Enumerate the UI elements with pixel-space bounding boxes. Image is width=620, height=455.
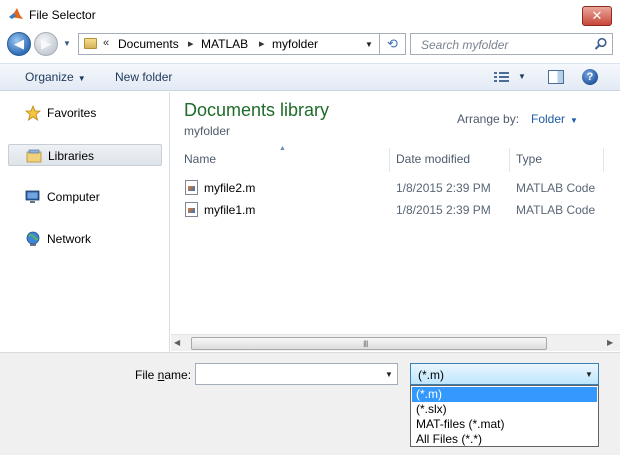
scrollbar-thumb[interactable]: III [191, 337, 547, 350]
matlab-file-icon [185, 202, 198, 217]
back-arrow-icon: ◀ [14, 36, 24, 51]
sidebar-item-label: Network [47, 232, 92, 246]
scroll-left-icon[interactable]: ◀ [174, 338, 180, 347]
dropdown-option-all-files[interactable]: All Files (*.*) [412, 432, 597, 447]
file-date-modified: 1/8/2015 2:39 PM [396, 181, 491, 195]
file-name: myfile1.m [204, 203, 256, 217]
breadcrumb-matlab[interactable]: MATLAB [201, 37, 248, 51]
chevron-down-icon: ▼ [570, 116, 578, 125]
navigation-pane: Favorites Libraries Computer Network [0, 92, 170, 352]
sidebar-item-favorites[interactable]: Favorites [8, 102, 162, 124]
refresh-icon: ⟲ [387, 36, 398, 51]
sort-indicator-icon: ▲ [279, 145, 286, 152]
file-type-dropdown-list: (*.m) (*.slx) MAT-files (*.mat) All File… [410, 385, 599, 447]
window-title: File Selector [29, 8, 96, 22]
breadcrumb-documents[interactable]: Documents [118, 37, 179, 51]
file-type: MATLAB Code [516, 181, 596, 195]
column-header-type[interactable]: Type [516, 152, 542, 166]
command-toolbar: Organize ▼ New folder ▼ ? [0, 63, 620, 91]
search-input[interactable]: Search myfolder [410, 33, 613, 55]
column-divider[interactable] [389, 148, 390, 172]
organize-button[interactable]: Organize ▼ [25, 70, 86, 84]
close-icon: ✕ [591, 8, 603, 23]
star-icon [25, 105, 41, 121]
file-name-history-dropdown-icon[interactable]: ▼ [385, 370, 393, 379]
search-placeholder: Search myfolder [421, 38, 509, 52]
breadcrumb-separator[interactable]: ▸ [259, 37, 265, 50]
dropdown-option-mat[interactable]: MAT-files (*.mat) [412, 417, 597, 432]
forward-button[interactable]: ▶ [34, 32, 58, 56]
file-date-modified: 1/8/2015 2:39 PM [396, 203, 491, 217]
file-type-filter-value: (*.m) [418, 368, 444, 382]
file-name-input[interactable]: ▼ [195, 363, 398, 385]
sidebar-item-label: Favorites [47, 106, 97, 120]
file-list-pane: Documents library myfolder Arrange by: F… [171, 92, 620, 334]
chevron-down-icon: ▼ [77, 74, 86, 83]
file-row[interactable]: myfile2.m 1/8/2015 2:39 PM MATLAB Code [181, 178, 611, 198]
sidebar-item-network[interactable]: Network [8, 228, 162, 250]
breadcrumb-myfolder[interactable]: myfolder [272, 37, 318, 51]
title-bar: File Selector ✕ [0, 0, 620, 30]
breadcrumb-overflow[interactable]: « [103, 37, 109, 49]
dropdown-option-slx[interactable]: (*.slx) [412, 402, 597, 417]
sidebar-item-computer[interactable]: Computer [8, 186, 162, 208]
column-header-name[interactable]: Name [184, 152, 216, 166]
view-options-dropdown-icon[interactable]: ▼ [518, 72, 526, 81]
help-icon[interactable]: ? [582, 69, 598, 85]
folder-icon [84, 38, 97, 49]
sidebar-item-label: Computer [47, 190, 100, 204]
library-subtitle: myfolder [184, 124, 231, 138]
matlab-logo-icon [9, 8, 23, 19]
breadcrumb-separator[interactable]: ▸ [188, 37, 194, 50]
file-type: MATLAB Code [516, 203, 596, 217]
arrange-by-label: Arrange by: [457, 112, 520, 126]
new-folder-button[interactable]: New folder [115, 70, 172, 84]
matlab-file-icon [185, 180, 198, 195]
column-divider[interactable] [603, 148, 604, 172]
horizontal-scrollbar[interactable]: ◀ III ▶ [171, 334, 620, 351]
arrange-by-dropdown[interactable]: Folder ▼ [531, 112, 578, 126]
network-icon [26, 231, 40, 246]
column-header-date-modified[interactable]: Date modified [396, 152, 470, 166]
computer-icon [25, 190, 40, 203]
back-button[interactable]: ◀ [7, 32, 31, 56]
preview-pane-icon[interactable] [548, 70, 564, 84]
sidebar-item-label: Libraries [48, 149, 95, 163]
file-type-filter-select[interactable]: (*.m) ▼ [410, 363, 599, 385]
refresh-button[interactable]: ⟲ [380, 33, 406, 55]
address-bar[interactable]: « Documents ▸ MATLAB ▸ myfolder ▼ [78, 33, 380, 55]
forward-arrow-icon: ▶ [41, 36, 51, 51]
libraries-icon [26, 149, 42, 163]
organize-label: Organize [25, 70, 74, 84]
arrange-by-value: Folder [531, 112, 566, 126]
file-name: myfile2.m [204, 181, 256, 195]
dropdown-option-m[interactable]: (*.m) [412, 387, 597, 402]
recent-pages-dropdown-icon[interactable]: ▼ [63, 39, 71, 48]
chevron-down-icon: ▼ [585, 370, 593, 379]
search-icon[interactable] [594, 37, 608, 51]
library-title: Documents library [184, 100, 330, 120]
navigation-bar: ◀ ▶ ▼ « Documents ▸ MATLAB ▸ myfolder ▼ … [0, 30, 620, 58]
close-button[interactable]: ✕ [582, 6, 612, 26]
scroll-right-icon[interactable]: ▶ [607, 338, 613, 347]
change-view-icon[interactable] [494, 71, 510, 83]
column-divider[interactable] [509, 148, 510, 172]
file-name-label: File name: [135, 368, 192, 382]
file-row[interactable]: myfile1.m 1/8/2015 2:39 PM MATLAB Code [181, 200, 611, 220]
address-dropdown-icon[interactable]: ▼ [365, 40, 373, 49]
scrollbar-grip: III [363, 339, 368, 349]
sidebar-item-libraries[interactable]: Libraries [8, 144, 162, 166]
